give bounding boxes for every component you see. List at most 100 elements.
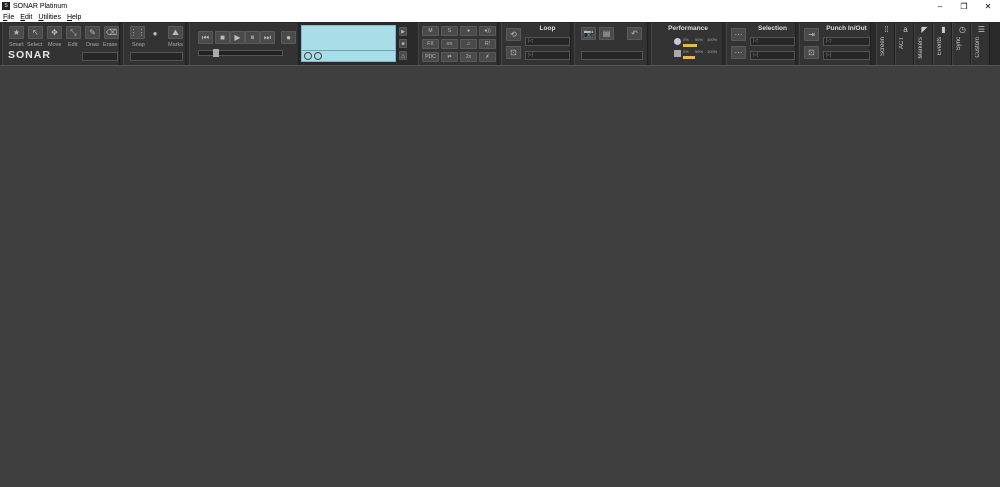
time-display-metronome-icon[interactable]: △ [399, 51, 407, 60]
punch-module: ⇥ ⊡ Punch In/Out |◁ ▷| [799, 23, 871, 65]
time-display-stop-icon[interactable]: ■ [399, 39, 407, 48]
screen-icon: ⁞⁞ [884, 25, 889, 34]
move-tool-icon[interactable]: ✥ [47, 26, 62, 39]
menu-file[interactable]: File [0, 14, 17, 21]
solo-all-button[interactable]: S [441, 26, 458, 36]
snap-grid-icon[interactable]: ⋮⋮ [130, 26, 146, 39]
position-slider-thumb[interactable] [213, 49, 219, 57]
selection-start-icon[interactable]: ⋯ [731, 28, 746, 41]
undo-icon[interactable]: ↶ [627, 27, 642, 40]
tab-markers-label: Markers [918, 37, 924, 59]
disk-scale-100: 100% [707, 49, 718, 54]
snap-module: ⋮⋮ ● ⛰ Snap Marks [123, 23, 186, 65]
disk-scale-0: 0% [683, 49, 689, 54]
snap-toggle-icon[interactable]: ● [148, 28, 162, 39]
record-icon[interactable]: ● [281, 31, 296, 44]
rewind-to-start-icon[interactable]: ⏮ [198, 31, 213, 44]
select-tool-label: Select [27, 42, 43, 48]
menu-utilities[interactable]: Utilities [35, 14, 64, 21]
menu-help[interactable]: Help [64, 14, 84, 21]
record-arm-all-button[interactable]: ● [460, 26, 477, 36]
smart-tool-label: Smart [9, 42, 24, 48]
cpu-scale-50: 50% [695, 37, 704, 42]
edit-tool-label: Edit [68, 42, 78, 48]
loop-start-field[interactable]: |◁ [525, 37, 570, 46]
position-slider[interactable] [198, 49, 283, 57]
pdc-button[interactable]: PDC [422, 52, 439, 62]
mix-module: M S ● ●)) FX ≡≡ ♫ R! PDC ⇄ 2x ✗ [418, 23, 498, 65]
smart-tool-icon[interactable]: ★ [9, 26, 24, 39]
tab-markers[interactable]: ◤ Markers [914, 23, 933, 65]
tab-sync-label: Sync [956, 37, 962, 51]
restore-button[interactable]: ❐ [952, 0, 976, 12]
loop-module: ⟲ ⊡ Loop |◁ ▷| [501, 23, 571, 65]
punch-out-field[interactable]: ▷| [823, 51, 870, 60]
time-display-sync-icon[interactable] [314, 52, 322, 60]
window-title: SONAR Platinum [13, 2, 68, 10]
punch-toggle-icon[interactable]: ⇥ [804, 28, 819, 41]
time-display-next-icon[interactable]: ▶ [399, 27, 407, 36]
snapshot-icon[interactable]: 📷 [581, 27, 596, 40]
menu-bar: File Edit Utilities Help [0, 12, 1000, 22]
menu-edit-rest: dit [24, 13, 33, 21]
disk-meter [683, 56, 695, 59]
stop-icon[interactable]: ■ [215, 31, 230, 44]
cpu-icon [674, 38, 681, 45]
reset-button[interactable]: ✗ [479, 52, 496, 62]
selection-title: Selection [758, 25, 787, 32]
time-display-icon[interactable] [304, 52, 312, 60]
play-icon[interactable]: ▶ [230, 31, 245, 44]
marks-icon[interactable]: ⛰ [168, 26, 183, 39]
erase-tool-icon[interactable]: ⌫ [104, 26, 119, 39]
loop-toggle-icon[interactable]: ⟲ [506, 28, 521, 41]
workspace-area[interactable] [0, 67, 1000, 487]
menu-edit[interactable]: Edit [17, 14, 35, 21]
mix-button[interactable]: ≡≡ [441, 39, 458, 49]
input-echo-button[interactable]: ●)) [479, 26, 496, 36]
tab-events[interactable]: ▮ Events [933, 23, 952, 65]
select-tool-icon[interactable]: ↖ [28, 26, 43, 39]
close-button[interactable]: ✕ [976, 0, 1000, 12]
tab-custom[interactable]: ☰ Custom [971, 23, 990, 65]
pause-icon[interactable]: ⏸ [245, 31, 260, 44]
tab-act[interactable]: a ACT [895, 23, 914, 65]
snap-resolution-dropdown[interactable] [130, 52, 183, 61]
title-bar: S SONAR Platinum – ❐ ✕ [0, 0, 1000, 12]
punch-title: Punch In/Out [826, 25, 867, 32]
erase-tool-label: Erase [103, 42, 118, 48]
read-automation-button[interactable]: R! [479, 39, 496, 49]
selection-start-field[interactable]: |◁ [750, 37, 795, 46]
punch-in-field[interactable]: |◁ [823, 37, 870, 46]
cpu-scale-100: 100% [707, 37, 718, 42]
tool-options-field[interactable] [82, 52, 118, 61]
move-tool-label: Move [48, 42, 62, 48]
transport-module: ⏮ ■ ▶ ⏸ ⏭ ● [189, 23, 299, 65]
save-icon[interactable]: ▤ [599, 27, 614, 40]
draw-tool-icon[interactable]: ✎ [85, 26, 100, 39]
fx-bypass-button[interactable]: FX [422, 39, 439, 49]
mute-all-button[interactable]: M [422, 26, 439, 36]
tab-custom-label: Custom [975, 37, 981, 58]
loop-end-field[interactable]: ▷| [525, 51, 570, 60]
tab-screen-label: Screen [880, 37, 886, 57]
loop-set-icon[interactable]: ⊡ [506, 46, 521, 59]
tab-act-label: ACT [899, 37, 905, 49]
selection-end-field[interactable]: ▷| [750, 51, 795, 60]
double-speed-button[interactable]: 2x [460, 52, 477, 62]
time-display[interactable] [301, 25, 396, 62]
screenset-module: 📷 ▤ ↶ [574, 23, 648, 65]
sonar-app-icon[interactable]: S [2, 2, 10, 10]
midi-output-button[interactable]: ♫ [460, 39, 477, 49]
punch-set-icon[interactable]: ⊡ [804, 46, 819, 59]
edit-tool-icon[interactable]: ⤡ [66, 26, 81, 39]
loop-title: Loop [539, 25, 556, 32]
workspace-dropdown[interactable] [581, 51, 643, 60]
tab-screen[interactable]: ⁞⁞ Screen [876, 23, 895, 65]
cpu-scale-0: 0% [683, 37, 689, 42]
minimize-button[interactable]: – [928, 0, 952, 12]
tab-sync[interactable]: ◷ Sync [952, 23, 971, 65]
sync-button[interactable]: ⇄ [441, 52, 458, 62]
selection-end-icon[interactable]: ⋯ [731, 46, 746, 59]
tab-events-label: Events [937, 37, 943, 56]
fast-forward-icon[interactable]: ⏭ [260, 31, 275, 44]
